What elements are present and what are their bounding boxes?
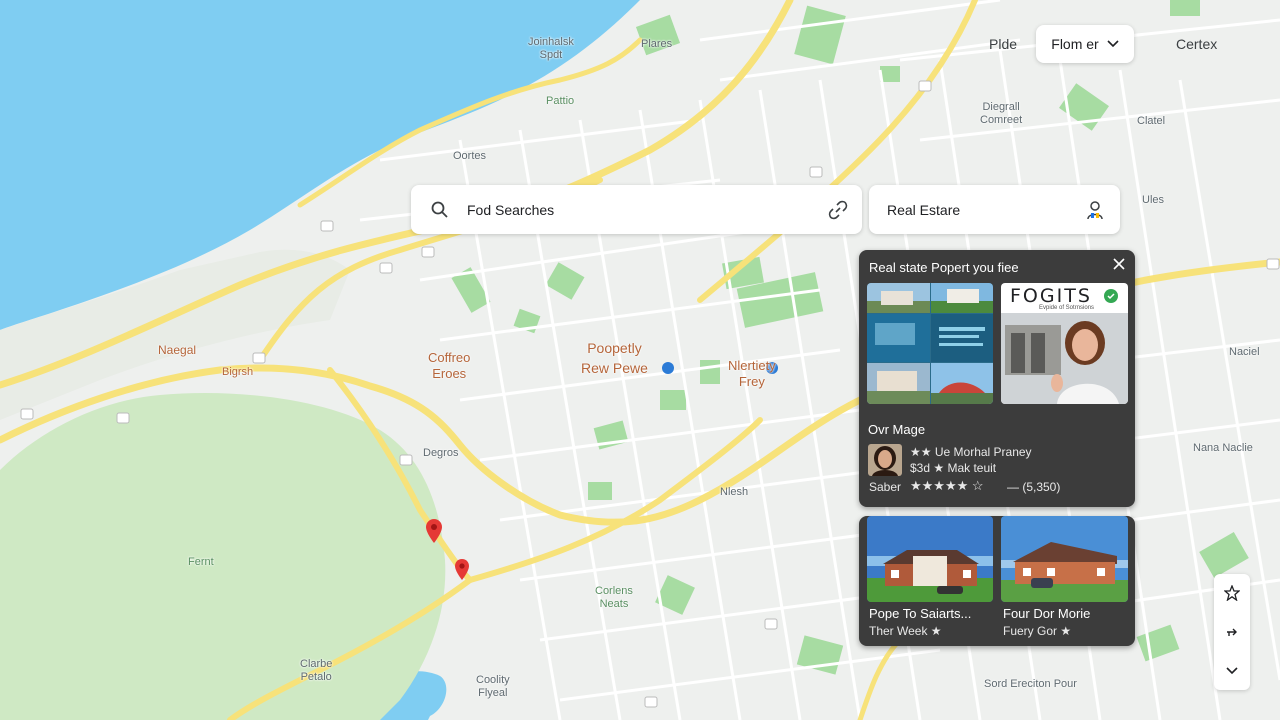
filter-input[interactable]: Real Estare <box>887 202 1086 218</box>
listings-panel: Pope To Saiarts... Ther Week ★ Four Dor … <box>859 516 1135 646</box>
listing-subtitle: Fuery Gor ★ <box>1003 624 1072 638</box>
search-icon <box>431 201 448 218</box>
category-filter[interactable]: Real Estare <box>869 185 1120 234</box>
house-photo-icon <box>1001 516 1128 602</box>
rating-count: — (5,350) <box>1007 480 1061 494</box>
map-label: Diegrall Comreet <box>980 101 1023 126</box>
map-label: Joinhalsk Spdt <box>528 36 574 61</box>
map-label: Sord Ereciton Pour <box>984 678 1077 690</box>
agent-avatar[interactable] <box>868 444 902 476</box>
map-pin-icon[interactable] <box>455 559 469 580</box>
map-label: Pattio <box>546 95 575 107</box>
map-label: Oortes <box>453 150 487 162</box>
chevron-down-icon <box>1107 40 1119 48</box>
leaf-icon <box>1104 289 1118 303</box>
map-label: Nlertiety Frey <box>728 358 776 389</box>
map-label: Nana Naclie <box>1193 442 1253 454</box>
rating-label: Saber <box>869 480 902 494</box>
map-label: Coffreo Eroes <box>428 350 471 381</box>
dropdown-label: Flom er <box>1051 36 1099 52</box>
map-label: Nlesh <box>720 486 749 498</box>
property-photo-collage[interactable] <box>867 283 993 404</box>
agency-tagline: Evpide of Sotrnsions <box>1039 305 1095 311</box>
property-info-panel: Real state Popert you fiee FOGITS Evpide… <box>859 250 1135 507</box>
map-label: Naegal <box>158 343 197 357</box>
agency-photo[interactable]: FOGITS Evpide of Sotrnsions <box>1001 283 1128 404</box>
map-type-dropdown[interactable]: Flom er <box>1036 25 1134 63</box>
map-label: Ules <box>1142 194 1165 206</box>
agent-detail: $3d ★ Mak teuit <box>910 461 997 475</box>
link-icon[interactable] <box>828 200 848 220</box>
search-bar[interactable]: Fod Searches <box>411 185 862 234</box>
map-label: Bigrsh <box>222 366 254 378</box>
agent-name: ★★ Ue Morhal Praney <box>910 445 1032 459</box>
top-label-left: Plde <box>989 36 1018 52</box>
listing-title: Four Dor Morie <box>1003 606 1091 621</box>
house-photo-icon <box>867 283 993 404</box>
person-pin-icon[interactable] <box>1086 200 1104 220</box>
transit-icon <box>662 362 674 374</box>
map-label: Poopetly Rew Pewe <box>581 340 648 376</box>
star-outline-icon <box>1224 585 1240 602</box>
rating-stars: ★★★★★ ☆ <box>910 478 984 493</box>
house-photo-icon <box>867 516 993 602</box>
listing-title: Pope To Saiarts... <box>869 606 972 621</box>
map-label: Corlens Neats <box>595 585 633 610</box>
map-label: Clatel <box>1137 115 1166 127</box>
listing-card[interactable]: Four Dor Morie Fuery Gor ★ <box>1001 516 1128 646</box>
chevron-down-icon <box>1226 667 1238 674</box>
map-label: Clarbe Petalo <box>300 658 333 683</box>
search-input[interactable]: Fod Searches <box>467 202 554 218</box>
direction-icon <box>1227 628 1237 636</box>
map-label: Plares <box>641 38 673 50</box>
listing-subtitle: Ther Week ★ <box>869 624 942 638</box>
agent-photo-icon <box>1001 313 1128 404</box>
close-icon[interactable] <box>1113 258 1125 270</box>
directions-button[interactable] <box>1214 614 1250 650</box>
save-place-button[interactable] <box>1214 575 1250 611</box>
collapse-button[interactable] <box>1214 653 1250 689</box>
map-pin-icon[interactable] <box>426 519 442 543</box>
panel-title: Real state Popert you fiee <box>869 260 1019 275</box>
map-controls <box>1214 574 1250 690</box>
agency-logo: FOGITS <box>1010 285 1092 307</box>
map-label: Naciel <box>1229 346 1260 358</box>
map-label: Fernt <box>188 556 214 568</box>
section-title: Ovr Mage <box>868 422 926 437</box>
listing-card[interactable]: Pope To Saiarts... Ther Week ★ <box>867 516 993 646</box>
top-label-right: Certex <box>1176 36 1218 52</box>
map-label: Coolity Flyeal <box>476 674 510 699</box>
map-label: Degros <box>423 447 459 459</box>
